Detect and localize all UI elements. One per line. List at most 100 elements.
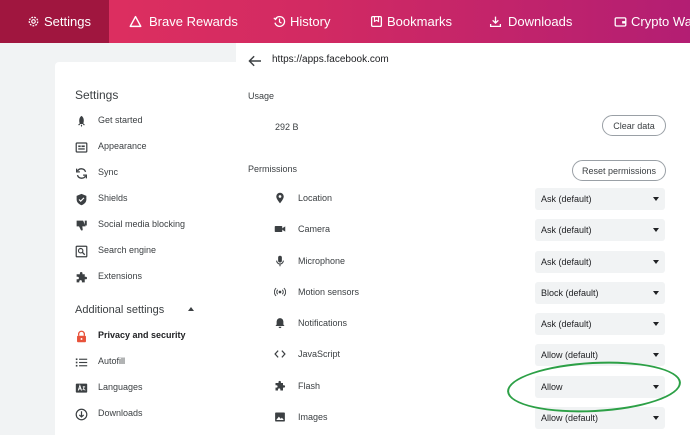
language-icon: [75, 383, 88, 393]
notifications-permission-select[interactable]: Ask (default): [535, 313, 665, 335]
gear-icon: [28, 16, 39, 27]
permission-row-notifications: Notifications Ask (default): [274, 313, 666, 335]
select-value: Allow (default): [541, 350, 599, 360]
permission-label: Notifications: [298, 318, 348, 328]
permission-row-flash: Flash Allow: [274, 376, 666, 398]
settings-sidebar: Settings Get started Appearance Sync Shi…: [55, 62, 246, 435]
select-value: Ask (default): [541, 319, 592, 329]
bell-icon: [275, 318, 285, 329]
permissions-heading: Permissions: [248, 164, 298, 174]
puzzle-icon: [275, 380, 286, 391]
flash-permission-select[interactable]: Allow: [535, 376, 665, 398]
sidebar-item-appearance[interactable]: Appearance: [75, 140, 240, 156]
puzzle-icon: [76, 271, 88, 283]
tab-label: History: [290, 14, 331, 29]
sidebar-item-label: Downloads: [98, 408, 143, 418]
camera-permission-select[interactable]: Ask (default): [535, 219, 665, 241]
sidebar-item-downloads[interactable]: Downloads: [75, 407, 240, 423]
javascript-permission-select[interactable]: Allow (default): [535, 344, 665, 366]
thumbs-down-icon: [76, 220, 87, 231]
sidebar-item-search-engine[interactable]: Search engine: [75, 244, 240, 260]
lock-icon: [77, 330, 86, 343]
select-value: Allow: [541, 382, 563, 392]
triangle-icon: [129, 15, 142, 28]
permission-label: Flash: [298, 381, 321, 391]
dropdown-arrow-icon: [653, 228, 659, 232]
additional-settings-toggle[interactable]: Additional settings: [75, 304, 164, 316]
sensors-icon: [274, 287, 286, 297]
images-permission-select[interactable]: Allow (default): [535, 407, 665, 429]
tab-bar: Settings Brave Rewards History Bookmarks…: [0, 0, 690, 43]
dropdown-arrow-icon: [653, 416, 659, 420]
sync-icon: [76, 168, 87, 179]
tab-bookmarks[interactable]: Bookmarks: [355, 0, 473, 43]
permission-label: Location: [298, 193, 333, 203]
dropdown-arrow-icon: [653, 322, 659, 326]
tab-label: Brave Rewards: [149, 14, 238, 29]
sidebar-title: Settings: [75, 88, 119, 102]
sidebar-item-label: Extensions: [98, 271, 143, 281]
sidebar-item-privacy-and-security[interactable]: Privacy and security: [75, 329, 240, 345]
sidebar-item-label: Get started: [98, 115, 143, 125]
location-permission-select[interactable]: Ask (default): [535, 188, 665, 210]
tab-label: Bookmarks: [387, 14, 453, 29]
sidebar-item-label: Appearance: [98, 141, 147, 151]
permission-label: Microphone: [298, 256, 346, 266]
camera-icon: [274, 226, 286, 232]
sidebar-item-label: Shields: [98, 193, 128, 203]
sidebar-item-social-media-blocking[interactable]: Social media blocking: [75, 218, 240, 234]
dropdown-arrow-icon: [653, 385, 659, 389]
permission-row-javascript: JavaScript Allow (default): [274, 344, 666, 366]
sidebar-item-shields[interactable]: Shields: [75, 192, 240, 208]
tab-settings[interactable]: Settings: [0, 0, 109, 43]
sidebar-item-label: Autofill: [98, 356, 126, 366]
shield-icon: [76, 193, 87, 206]
sidebar-item-get-started[interactable]: Get started: [75, 114, 240, 130]
dropdown-arrow-icon: [653, 353, 659, 357]
sidebar-item-label: Social media blocking: [98, 219, 186, 229]
permission-label: JavaScript: [298, 349, 341, 359]
sidebar-item-label: Privacy and security: [98, 330, 186, 340]
back-arrow-icon[interactable]: [248, 55, 262, 67]
dropdown-arrow-icon: [653, 291, 659, 295]
rocket-icon: [77, 115, 86, 128]
sidebar-item-label: Search engine: [98, 245, 157, 255]
bookmark-icon: [370, 15, 383, 28]
list-icon: [75, 358, 88, 367]
sidebar-item-sync[interactable]: Sync: [75, 166, 240, 182]
sidebar-item-autofill[interactable]: Autofill: [75, 355, 240, 371]
download-icon: [489, 16, 502, 28]
sidebar-item-languages[interactable]: Languages: [75, 381, 240, 397]
usage-heading: Usage: [248, 91, 275, 101]
permission-label: Motion sensors: [298, 287, 360, 297]
usage-value: 292 B: [275, 122, 299, 132]
select-value: Block (default): [541, 288, 599, 298]
select-value: Allow (default): [541, 413, 599, 423]
site-url: https://apps.facebook.com: [272, 54, 389, 65]
tab-crypto-wallets[interactable]: Crypto Wal: [596, 0, 690, 43]
motion-sensors-permission-select[interactable]: Block (default): [535, 282, 665, 304]
caret-up-icon[interactable]: [188, 307, 194, 311]
dropdown-arrow-icon: [653, 260, 659, 264]
permission-label: Camera: [298, 224, 331, 234]
code-icon: [274, 350, 286, 358]
wallet-icon: [614, 17, 627, 27]
search-icon: [75, 245, 88, 258]
tab-history[interactable]: History: [255, 0, 355, 43]
microphone-permission-select[interactable]: Ask (default): [535, 251, 665, 273]
history-icon: [273, 15, 286, 27]
microphone-icon: [276, 255, 284, 267]
reset-permissions-button[interactable]: Reset permissions: [572, 160, 666, 181]
permission-row-location: Location Ask (default): [274, 188, 666, 210]
tab-downloads[interactable]: Downloads: [473, 0, 596, 43]
clear-data-button[interactable]: Clear data: [602, 115, 666, 136]
sidebar-item-label: Languages: [98, 382, 143, 392]
permission-row-images: Images Allow (default): [274, 407, 666, 429]
select-value: Ask (default): [541, 225, 592, 235]
location-icon: [276, 192, 284, 204]
tab-label: Downloads: [508, 14, 573, 29]
dropdown-arrow-icon: [653, 197, 659, 201]
tab-brave-rewards[interactable]: Brave Rewards: [109, 0, 255, 43]
sidebar-item-extensions[interactable]: Extensions: [75, 270, 240, 286]
permission-row-camera: Camera Ask (default): [274, 219, 666, 241]
